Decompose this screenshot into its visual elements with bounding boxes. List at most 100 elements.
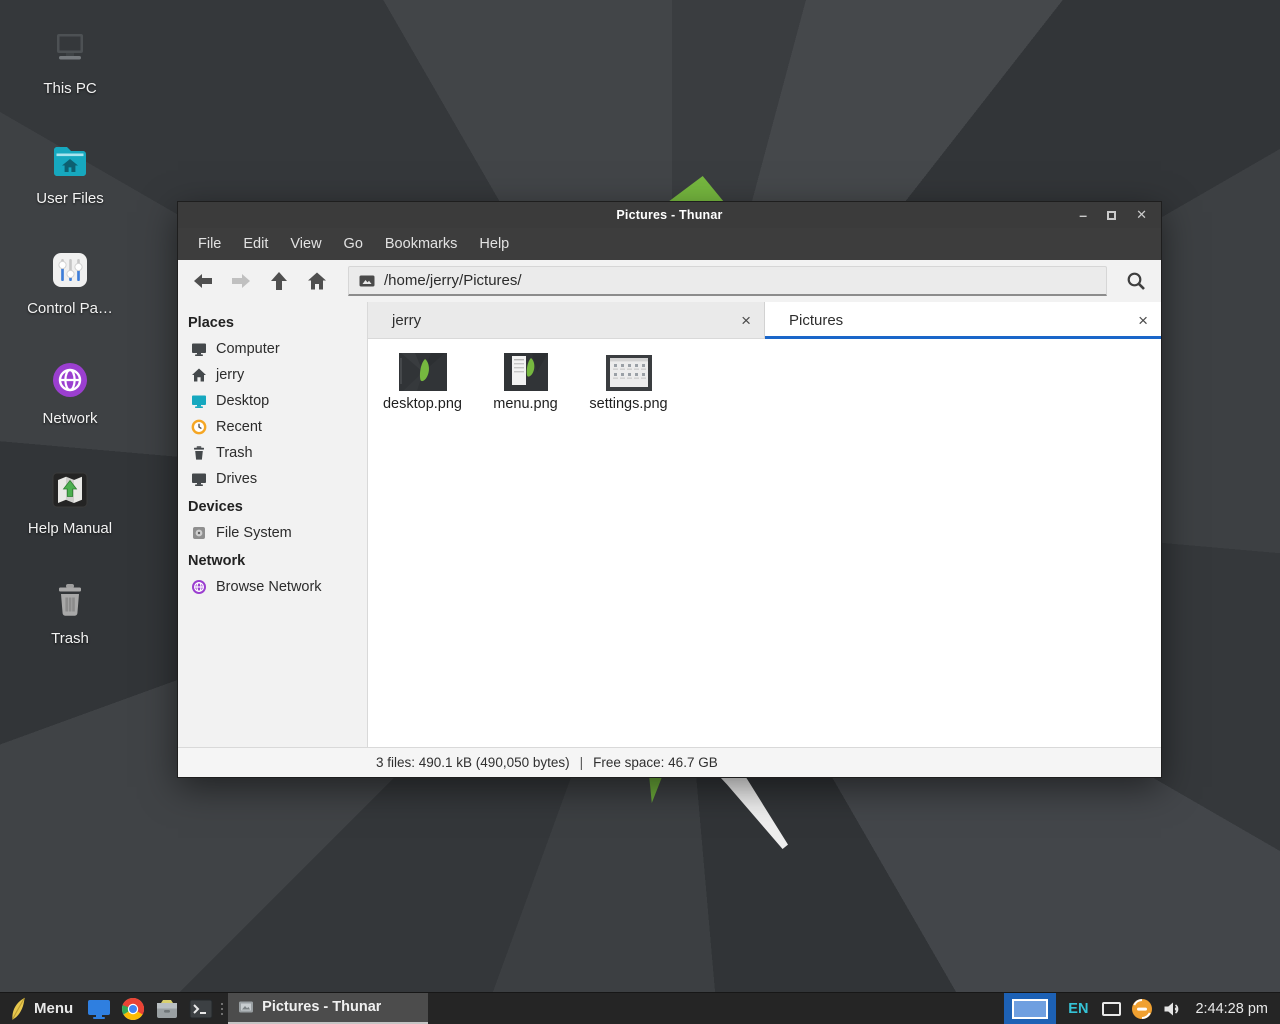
settings-screenshot-thumb (577, 347, 680, 391)
drives-icon (191, 471, 207, 487)
tab-close-icon[interactable]: × (741, 312, 751, 329)
show-desktop-icon[interactable] (85, 993, 113, 1024)
menu-item-go[interactable]: Go (333, 228, 374, 260)
taskbar: Menu (0, 992, 1280, 1024)
update-icon[interactable] (1131, 998, 1153, 1020)
file-desktop-png[interactable]: desktop.png (371, 347, 474, 412)
sidebar-header-devices: Devices (178, 494, 367, 520)
maximize-button[interactable] (1107, 211, 1116, 220)
sidebar-item-recent[interactable]: Recent (178, 414, 367, 440)
trash-icon (14, 574, 126, 626)
file-manager-icon[interactable] (153, 993, 181, 1024)
sidebar-item-jerry-home[interactable]: jerry (178, 362, 367, 388)
status-separator: | (580, 755, 584, 770)
home-icon (191, 367, 207, 383)
sidebar-item-drives[interactable]: Drives (178, 466, 367, 492)
menu-item-help[interactable]: Help (468, 228, 520, 260)
file-menu-png[interactable]: menu.png (474, 347, 577, 412)
desktop-icon-user-files[interactable]: User Files (14, 134, 126, 207)
filesystem-drive-icon (191, 525, 207, 541)
window-title: Pictures - Thunar (178, 202, 1161, 228)
desktop-icon-label: This PC (14, 80, 126, 97)
recent-clock-icon (191, 419, 207, 435)
desktop-icon-control-panel[interactable]: Control Pa… (14, 244, 126, 317)
panel-grip-handle[interactable] (221, 1003, 223, 1015)
active-workspace[interactable] (1012, 999, 1048, 1019)
computer-icon (191, 341, 207, 357)
free-space: Free space: 46.7 GB (593, 755, 718, 770)
desktop-icon-this-pc[interactable]: This PC (14, 24, 126, 97)
clock[interactable]: 2:44:28 pm (1195, 1001, 1268, 1017)
taskbar-window-label: Pictures - Thunar (262, 999, 381, 1015)
chrome-icon[interactable] (119, 993, 147, 1024)
sidebar-item-desktop[interactable]: Desktop (178, 388, 367, 414)
image-file-icon (359, 274, 375, 288)
workspace-switcher[interactable] (1004, 993, 1056, 1024)
forward-arrow-icon (230, 271, 252, 291)
file-view[interactable]: desktop.png (368, 339, 1161, 747)
back-arrow-icon (192, 271, 214, 291)
desktop-icon-trash[interactable]: Trash (14, 574, 126, 647)
up-arrow-icon (268, 271, 290, 291)
tab-jerry[interactable]: jerry × (368, 302, 765, 339)
search-button[interactable] (1117, 265, 1155, 297)
desktop-icon-label: Network (14, 410, 126, 427)
sidebar-item-file-system[interactable]: File System (178, 520, 367, 546)
sidebar-item-trash[interactable]: Trash (178, 440, 367, 466)
files-summary: 3 files: 490.1 kB (490,050 bytes) (376, 755, 570, 770)
menu-item-file[interactable]: File (187, 228, 232, 260)
file-settings-png[interactable]: settings.png (577, 347, 680, 412)
desktop-icon-network[interactable]: Network (14, 354, 126, 427)
control-panel-icon (14, 244, 126, 296)
app-menu-button[interactable]: Menu (0, 993, 82, 1024)
back-button[interactable] (184, 265, 222, 297)
desktop-icon-label: User Files (14, 190, 126, 207)
desktop-icon-label: Help Manual (14, 520, 126, 537)
path-value: /home/jerry/Pictures/ (384, 272, 522, 289)
home-folder-icon (14, 134, 126, 186)
trash-icon (191, 445, 207, 461)
tab-pictures[interactable]: Pictures × (765, 302, 1161, 339)
up-button[interactable] (260, 265, 298, 297)
home-icon (306, 271, 328, 291)
tab-bar: jerry × Pictures × (368, 302, 1161, 339)
desktop-screenshot-thumb (371, 347, 474, 391)
toolbar: /home/jerry/Pictures/ (178, 260, 1161, 302)
desktop-icon-label: Trash (14, 630, 126, 647)
status-bar: 3 files: 490.1 kB (490,050 bytes) | Free… (178, 747, 1161, 777)
desktop: This PC User Files (0, 0, 1280, 1024)
forward-button[interactable] (222, 265, 260, 297)
volume-icon[interactable] (1163, 1000, 1182, 1018)
browse-network-icon (191, 579, 207, 595)
sidebar-item-computer[interactable]: Computer (178, 336, 367, 362)
desktop-icon-help-manual[interactable]: Help Manual (14, 464, 126, 537)
keyboard-layout-indicator[interactable]: EN (1068, 1001, 1088, 1017)
tab-close-icon[interactable]: × (1138, 312, 1148, 329)
minimize-button[interactable]: – (1079, 210, 1087, 220)
feather-menu-icon (9, 997, 27, 1021)
menu-label: Menu (34, 1000, 73, 1017)
desktop-icon (191, 393, 207, 409)
path-bar[interactable]: /home/jerry/Pictures/ (348, 266, 1107, 296)
sidebar-item-browse-network[interactable]: Browse Network (178, 574, 367, 600)
network-globe-icon (14, 354, 126, 406)
terminal-icon[interactable] (187, 993, 215, 1024)
menu-item-edit[interactable]: Edit (232, 228, 279, 260)
menu-screenshot-thumb (474, 347, 577, 391)
computer-icon (14, 24, 126, 76)
sidebar-header-network: Network (178, 548, 367, 574)
menu-item-view[interactable]: View (279, 228, 332, 260)
titlebar[interactable]: Pictures - Thunar – ✕ (178, 202, 1161, 228)
display-icon[interactable] (1102, 1002, 1121, 1016)
sidebar-header-places: Places (178, 310, 367, 336)
taskbar-window-button[interactable]: Pictures - Thunar (228, 993, 428, 1024)
help-manual-icon (14, 464, 126, 516)
thunar-window: Pictures - Thunar – ✕ File Edit View Go … (178, 202, 1161, 777)
sidebar: Places Computer jerry (178, 302, 368, 747)
close-button[interactable]: ✕ (1136, 207, 1147, 223)
home-button[interactable] (298, 265, 336, 297)
desktop-icon-label: Control Pa… (14, 300, 126, 317)
thunar-icon (238, 999, 254, 1015)
menu-item-bookmarks[interactable]: Bookmarks (374, 228, 469, 260)
menubar: File Edit View Go Bookmarks Help (178, 228, 1161, 260)
